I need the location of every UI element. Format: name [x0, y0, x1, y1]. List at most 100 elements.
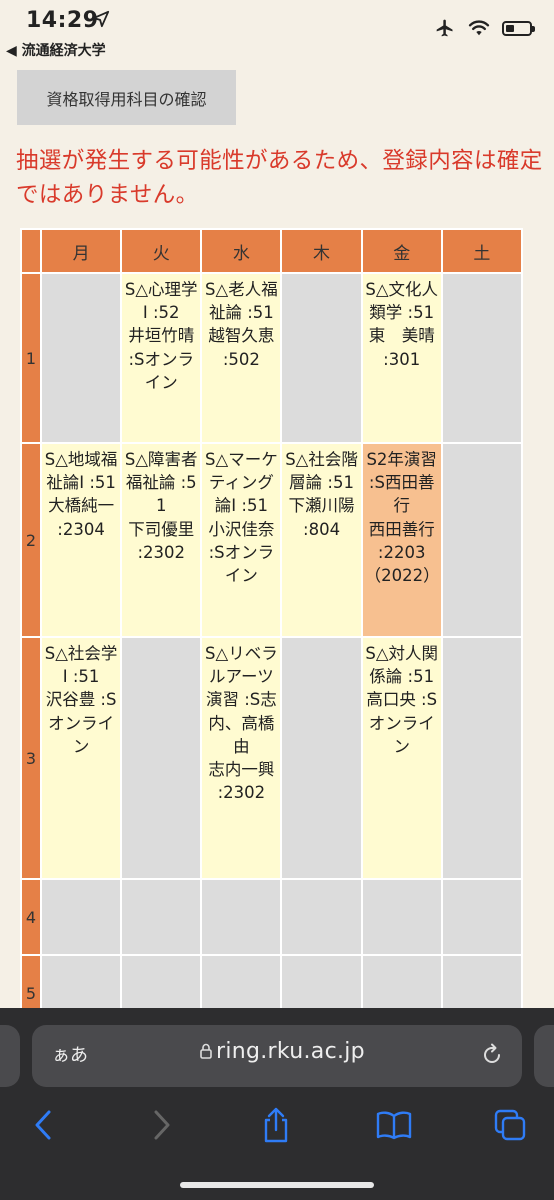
- timetable-cell[interactable]: [120, 954, 203, 1008]
- qualification-subjects-button[interactable]: 資格取得用科目の確認: [17, 70, 236, 125]
- timetable-cell[interactable]: [280, 954, 363, 1008]
- course-entry: [282, 274, 360, 280]
- timetable-cell[interactable]: S△地域福祉論Ⅰ :51 大橋純一 :2304: [39, 442, 123, 638]
- timetable-cell[interactable]: [440, 954, 524, 1008]
- timetable-cell[interactable]: S△文化人類学 :51 東 美晴 :301: [360, 272, 443, 444]
- status-bar: 14:29 ◀ 流通経済大学: [0, 0, 554, 62]
- forward-button[interactable]: [132, 1100, 192, 1150]
- airplane-icon: [436, 19, 453, 37]
- url-label: ring.rku.ac.jp: [216, 1039, 365, 1064]
- course-entry: [42, 956, 120, 962]
- lottery-warning-text: 抽選が発生する可能性があるため、登録内容は確定ではありません。: [16, 148, 543, 208]
- lock-icon: [200, 1043, 212, 1059]
- timetable-cell[interactable]: S△障害者福祉論 :51 下司優里 :2302: [120, 442, 203, 638]
- course-entry: [202, 880, 280, 886]
- page-settings-button[interactable]: ぁあ: [52, 1041, 88, 1067]
- share-button[interactable]: [246, 1100, 306, 1150]
- period-label: 5: [20, 954, 42, 1008]
- browser-toolbar: [0, 1100, 554, 1160]
- course-entry: [122, 638, 200, 644]
- period-row-3: 3 S△社会学Ⅰ :51 沢谷豊 :Sオンライン S△リベラルアーツ演習 :S志…: [20, 636, 524, 880]
- previous-tab-peek[interactable]: [0, 1025, 20, 1087]
- course-entry: [282, 956, 360, 962]
- timetable-cell[interactable]: [39, 878, 123, 956]
- course-entry: [363, 956, 441, 962]
- course-entry: [42, 274, 120, 280]
- reload-icon[interactable]: [480, 1043, 504, 1067]
- share-icon: [264, 1107, 288, 1143]
- course-entry: S△障害者福祉論 :51 下司優里 :2302: [124, 450, 198, 562]
- course-entry: S△文化人類学 :51 東 美晴 :301: [365, 280, 439, 369]
- timetable-cell[interactable]: S△リベラルアーツ演習 :S志内、高橋由 志内一興 :2302: [200, 636, 283, 880]
- timetable-cell[interactable]: [39, 954, 123, 1008]
- timetable-cell[interactable]: S△マーケティング論Ⅰ :51 小沢佳奈 :Sオンライン: [200, 442, 283, 638]
- timetable-cell[interactable]: S△心理学Ⅰ :52 井垣竹晴 :Sオンライン: [120, 272, 203, 444]
- period-row-2: 2 S△地域福祉論Ⅰ :51 大橋純一 :2304 S△障害者福祉論 :51 下…: [20, 442, 524, 638]
- browser-bottom-bar: ぁあ ring.rku.ac.jp: [0, 1008, 554, 1200]
- timetable-cell[interactable]: [280, 878, 363, 956]
- timetable-cell[interactable]: [200, 878, 283, 956]
- timetable-cell[interactable]: [39, 272, 123, 444]
- course-entry: S2年演習 :S西田善行 西田善行 :2203（2022）: [364, 450, 440, 586]
- timetable-cell[interactable]: S△社会学Ⅰ :51 沢谷豊 :Sオンライン: [39, 636, 123, 880]
- period-label: 3: [20, 636, 42, 880]
- timetable-cell[interactable]: [440, 272, 524, 444]
- course-entry: S△リベラルアーツ演習 :S志内、高橋由 志内一興 :2302: [205, 644, 278, 803]
- period-row-1: 1 S△心理学Ⅰ :52 井垣竹晴 :Sオンライン S△老人福祉論 :51 越智…: [20, 272, 524, 444]
- course-entry: S△地域福祉論Ⅰ :51 大橋純一 :2304: [44, 450, 118, 539]
- course-entry: [122, 956, 200, 962]
- timetable-cell-highlighted[interactable]: S2年演習 :S西田善行 西田善行 :2203（2022）: [360, 442, 443, 638]
- timetable-corner: [20, 228, 42, 274]
- course-entry: S△社会学Ⅰ :51 沢谷豊 :Sオンライン: [44, 644, 118, 756]
- location-arrow-icon: [92, 10, 110, 28]
- course-entry: [443, 444, 521, 450]
- period-row-5: 5: [20, 954, 524, 1008]
- timetable: 月 火 水 木 金 土 1 S△心理学Ⅰ :52 井垣竹晴 :Sオンライン S△…: [20, 228, 524, 1008]
- period-label: 2: [20, 442, 42, 638]
- timetable-cell[interactable]: [440, 878, 524, 956]
- course-entry: [443, 956, 521, 962]
- timetable-cell[interactable]: S△社会階層論 :51 下瀬川陽 :804: [280, 442, 363, 638]
- url-text: ring.rku.ac.jp: [200, 1039, 365, 1064]
- day-header-wed: 水: [200, 228, 283, 274]
- timetable-cell[interactable]: [120, 636, 203, 880]
- chevron-left-icon: [35, 1110, 51, 1140]
- timetable-cell[interactable]: [280, 636, 363, 880]
- course-entry: [282, 638, 360, 644]
- tabs-button[interactable]: [480, 1100, 540, 1150]
- period-label: 4: [20, 878, 42, 956]
- course-entry: [282, 880, 360, 886]
- timetable-cell[interactable]: S△老人福祉論 :51 越智久恵 :502: [200, 272, 283, 444]
- timetable-cell[interactable]: [440, 636, 524, 880]
- course-entry: [202, 956, 280, 962]
- course-entry: [122, 880, 200, 886]
- timetable-cell[interactable]: [280, 272, 363, 444]
- course-entry: S△心理学Ⅰ :52 井垣竹晴 :Sオンライン: [124, 280, 198, 392]
- bookmarks-button[interactable]: [364, 1100, 424, 1150]
- course-entry: [42, 880, 120, 886]
- timetable-cell[interactable]: [440, 442, 524, 638]
- course-entry: S△対人関係論 :51 高口央 :Sオンライン: [365, 644, 439, 756]
- home-indicator: [180, 1182, 374, 1188]
- day-header-tue: 火: [120, 228, 203, 274]
- next-tab-peek[interactable]: [534, 1025, 554, 1087]
- course-entry: [443, 880, 521, 886]
- course-entry: S△社会階層論 :51 下瀬川陽 :804: [285, 450, 358, 539]
- address-bar[interactable]: ぁあ ring.rku.ac.jp: [32, 1025, 522, 1087]
- period-label: 1: [20, 272, 42, 444]
- timetable-cell[interactable]: [360, 878, 443, 956]
- day-header-fri: 金: [360, 228, 443, 274]
- timetable-cell[interactable]: S△対人関係論 :51 高口央 :Sオンライン: [360, 636, 443, 880]
- course-entry: [363, 880, 441, 886]
- timetable-cell[interactable]: [360, 954, 443, 1008]
- course-entry: S△マーケティング論Ⅰ :51 小沢佳奈 :Sオンライン: [205, 450, 278, 586]
- course-entry: [443, 274, 521, 280]
- timetable-cell[interactable]: [120, 878, 203, 956]
- chevron-right-icon: [154, 1110, 170, 1140]
- back-to-app-link[interactable]: ◀ 流通経済大学: [6, 40, 106, 60]
- status-icons: [434, 18, 535, 38]
- timetable-cell[interactable]: [200, 954, 283, 1008]
- book-icon: [376, 1111, 412, 1140]
- day-header-thu: 木: [280, 228, 363, 274]
- back-button[interactable]: [13, 1100, 73, 1150]
